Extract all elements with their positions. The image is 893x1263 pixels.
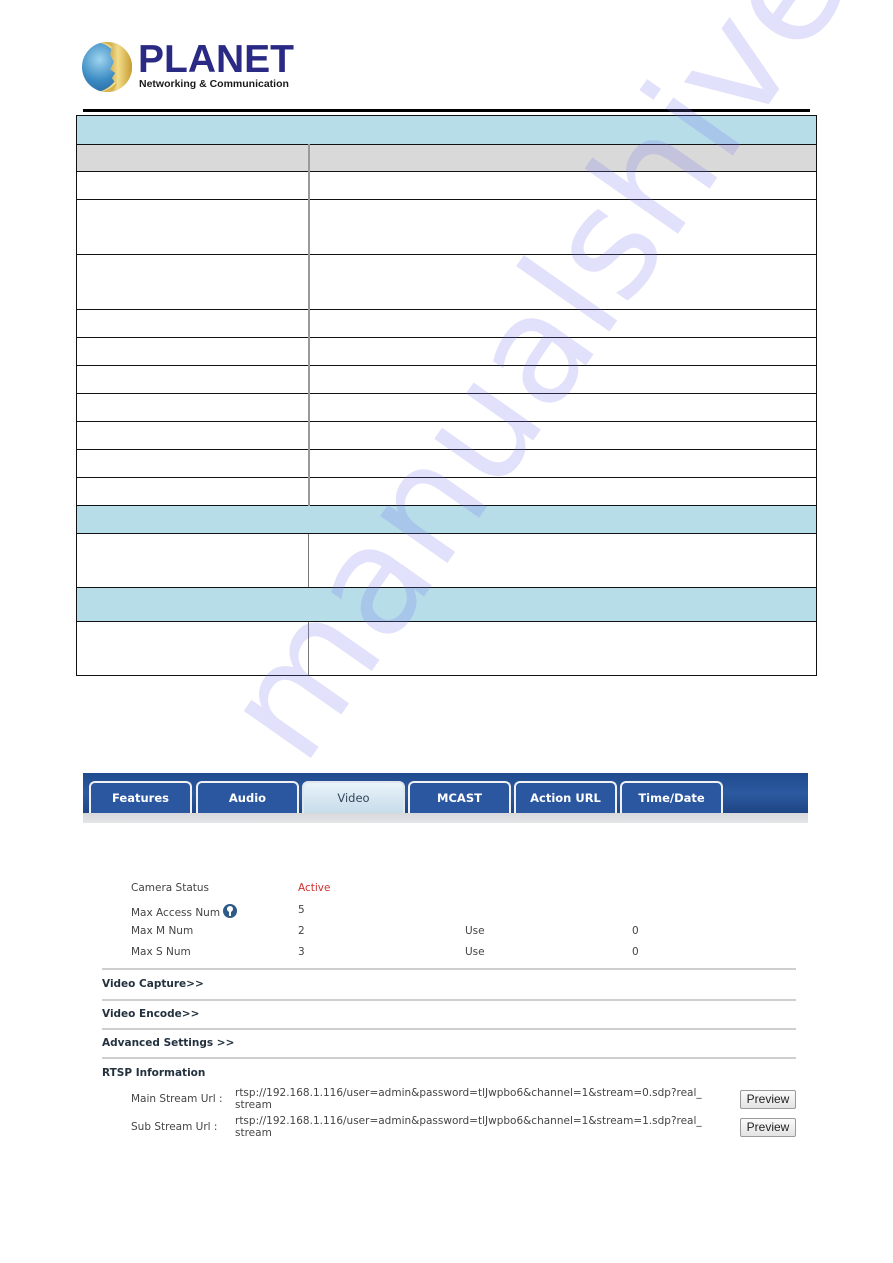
tab-underline-strip: [83, 813, 808, 823]
tab-action-url[interactable]: Action URL: [514, 781, 617, 813]
table-header-row: [76, 144, 817, 172]
rtsp-information-title: RTSP Information: [102, 1067, 206, 1079]
table-row: [76, 365, 817, 394]
tab-audio[interactable]: Audio: [196, 781, 299, 813]
section-divider: [102, 968, 796, 970]
sub-stream-label: Sub Stream Url :: [131, 1121, 218, 1133]
brand-tagline: Networking & Communication: [139, 78, 289, 90]
table-row: [76, 171, 817, 200]
max-access-value: 5: [298, 904, 305, 916]
table-row: [76, 621, 817, 676]
tab-video[interactable]: Video: [302, 781, 405, 813]
header-divider: [83, 109, 810, 112]
max-s-use-value: 0: [632, 946, 639, 958]
section-divider: [102, 1028, 796, 1030]
sub-stream-preview-button[interactable]: Preview: [740, 1118, 796, 1137]
table-row: [76, 533, 817, 588]
table-section-row: [76, 115, 817, 145]
table-section-row: [76, 587, 817, 622]
advanced-settings-link[interactable]: Advanced Settings >>: [102, 1037, 234, 1049]
camera-status-label: Camera Status: [131, 882, 210, 894]
help-info-icon[interactable]: [223, 904, 238, 918]
tab-features[interactable]: Features: [89, 781, 192, 813]
table-row: [76, 309, 817, 338]
max-s-use-label: Use: [465, 946, 485, 958]
max-m-use-value: 0: [632, 925, 639, 937]
max-s-num-label: Max S Num: [131, 946, 191, 958]
video-capture-link[interactable]: Video Capture>>: [102, 978, 204, 990]
tab-mcast[interactable]: MCAST: [408, 781, 511, 813]
max-m-num-value: 2: [298, 925, 305, 937]
spec-table: [76, 115, 817, 676]
main-stream-url: rtsp://192.168.1.116/user=admin&password…: [235, 1087, 702, 1111]
section-divider: [102, 1057, 796, 1059]
max-m-use-label: Use: [465, 925, 485, 937]
section-divider: [102, 999, 796, 1001]
camera-status-value: Active: [298, 882, 331, 894]
max-s-num-value: 3: [298, 946, 305, 958]
sub-stream-url: rtsp://192.168.1.116/user=admin&password…: [235, 1115, 702, 1139]
max-access-label: Max Access Num: [131, 907, 221, 919]
table-row: [76, 477, 817, 506]
camera-video-settings-panel: Features Audio Video MCAST Action URL Ti…: [83, 773, 808, 1153]
table-row: [76, 199, 817, 255]
table-row: [76, 337, 817, 366]
table-section-row: [76, 505, 817, 534]
max-m-num-label: Max M Num: [131, 925, 194, 937]
table-row: [76, 393, 817, 422]
table-row: [76, 421, 817, 450]
tab-time-date[interactable]: Time/Date: [620, 781, 723, 813]
brand-name: PLANET: [138, 38, 294, 81]
video-encode-link[interactable]: Video Encode>>: [102, 1008, 199, 1020]
main-stream-label: Main Stream Url :: [131, 1093, 223, 1105]
planet-logo: PLANET Networking & Communication: [82, 40, 294, 96]
table-row: [76, 449, 817, 478]
main-stream-preview-button[interactable]: Preview: [740, 1090, 796, 1109]
tab-bar: Features Audio Video MCAST Action URL Ti…: [83, 773, 808, 813]
table-row: [76, 254, 817, 310]
